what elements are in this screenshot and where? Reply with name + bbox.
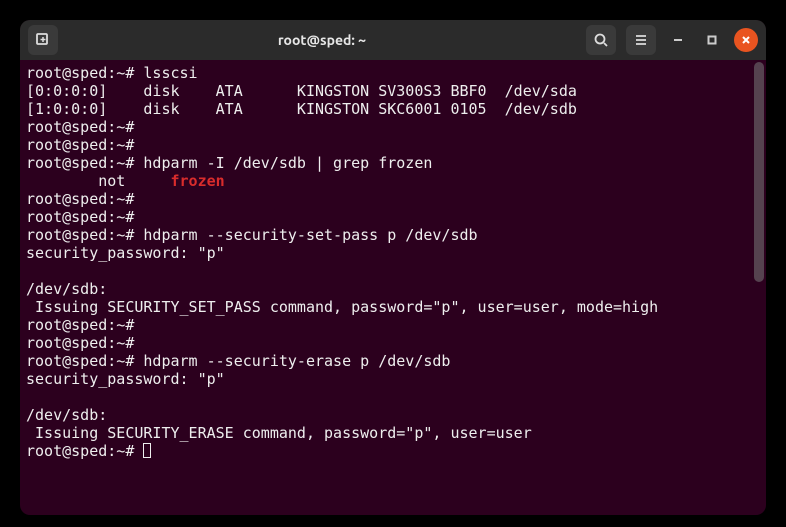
window-title: root@sped: ~ — [66, 32, 578, 48]
terminal-line: security_password: "p" — [26, 370, 760, 388]
command-text: hdparm --security-erase p /dev/sdb — [143, 352, 450, 370]
terminal-line: root@sped:~# hdparm --security-set-pass … — [26, 226, 760, 244]
terminal-line: /dev/sdb: — [26, 280, 760, 298]
new-tab-button[interactable] — [28, 25, 58, 55]
terminal-line: root@sped:~# — [26, 136, 760, 154]
titlebar: root@sped: ~ — [20, 20, 766, 60]
terminal-line: root@sped:~# lsscsi — [26, 64, 760, 82]
cursor — [143, 443, 151, 458]
terminal-line: root@sped:~# — [26, 334, 760, 352]
command-text: hdparm -I /dev/sdb | grep frozen — [143, 154, 432, 172]
terminal-line — [26, 262, 760, 280]
terminal-line: Issuing SECURITY_SET_PASS command, passw… — [26, 298, 760, 316]
grep-match: frozen — [171, 172, 225, 190]
search-button[interactable] — [586, 25, 616, 55]
terminal-line: root@sped:~# — [26, 208, 760, 226]
terminal-line: root@sped:~# — [26, 442, 760, 460]
shell-prompt: root@sped:~# — [26, 316, 143, 334]
terminal-line: [1:0:0:0] disk ATA KINGSTON SKC6001 0105… — [26, 100, 760, 118]
terminal-line: root@sped:~# — [26, 316, 760, 334]
shell-prompt: root@sped:~# — [26, 334, 143, 352]
shell-prompt: root@sped:~# — [26, 442, 143, 460]
terminal-line: security_password: "p" — [26, 244, 760, 262]
shell-prompt: root@sped:~# — [26, 136, 143, 154]
shell-prompt: root@sped:~# — [26, 352, 143, 370]
scrollbar-thumb[interactable] — [754, 62, 764, 282]
terminal-line: /dev/sdb: — [26, 406, 760, 424]
terminal-line: [0:0:0:0] disk ATA KINGSTON SV300S3 BBF0… — [26, 82, 760, 100]
shell-prompt: root@sped:~# — [26, 154, 143, 172]
terminal-line: root@sped:~# hdparm --security-erase p /… — [26, 352, 760, 370]
menu-button[interactable] — [626, 25, 656, 55]
terminal-line: Issuing SECURITY_ERASE command, password… — [26, 424, 760, 442]
terminal-line: root@sped:~# hdparm -I /dev/sdb | grep f… — [26, 154, 760, 172]
terminal-line — [26, 388, 760, 406]
terminal-window: root@sped: ~ root@sped:~# lsscsi[0:0:0:0… — [20, 20, 766, 515]
terminal-line: root@sped:~# — [26, 190, 760, 208]
terminal-line: root@sped:~# — [26, 118, 760, 136]
shell-prompt: root@sped:~# — [26, 226, 143, 244]
close-button[interactable] — [734, 28, 758, 52]
command-text: hdparm --security-set-pass p /dev/sdb — [143, 226, 477, 244]
terminal-content[interactable]: root@sped:~# lsscsi[0:0:0:0] disk ATA KI… — [20, 60, 766, 464]
maximize-button[interactable] — [700, 28, 724, 52]
shell-prompt: root@sped:~# — [26, 190, 143, 208]
shell-prompt: root@sped:~# — [26, 64, 143, 82]
terminal-line: not frozen — [26, 172, 760, 190]
minimize-button[interactable] — [666, 28, 690, 52]
grep-context: not — [26, 172, 171, 190]
shell-prompt: root@sped:~# — [26, 118, 143, 136]
command-text: lsscsi — [143, 64, 197, 82]
shell-prompt: root@sped:~# — [26, 208, 143, 226]
